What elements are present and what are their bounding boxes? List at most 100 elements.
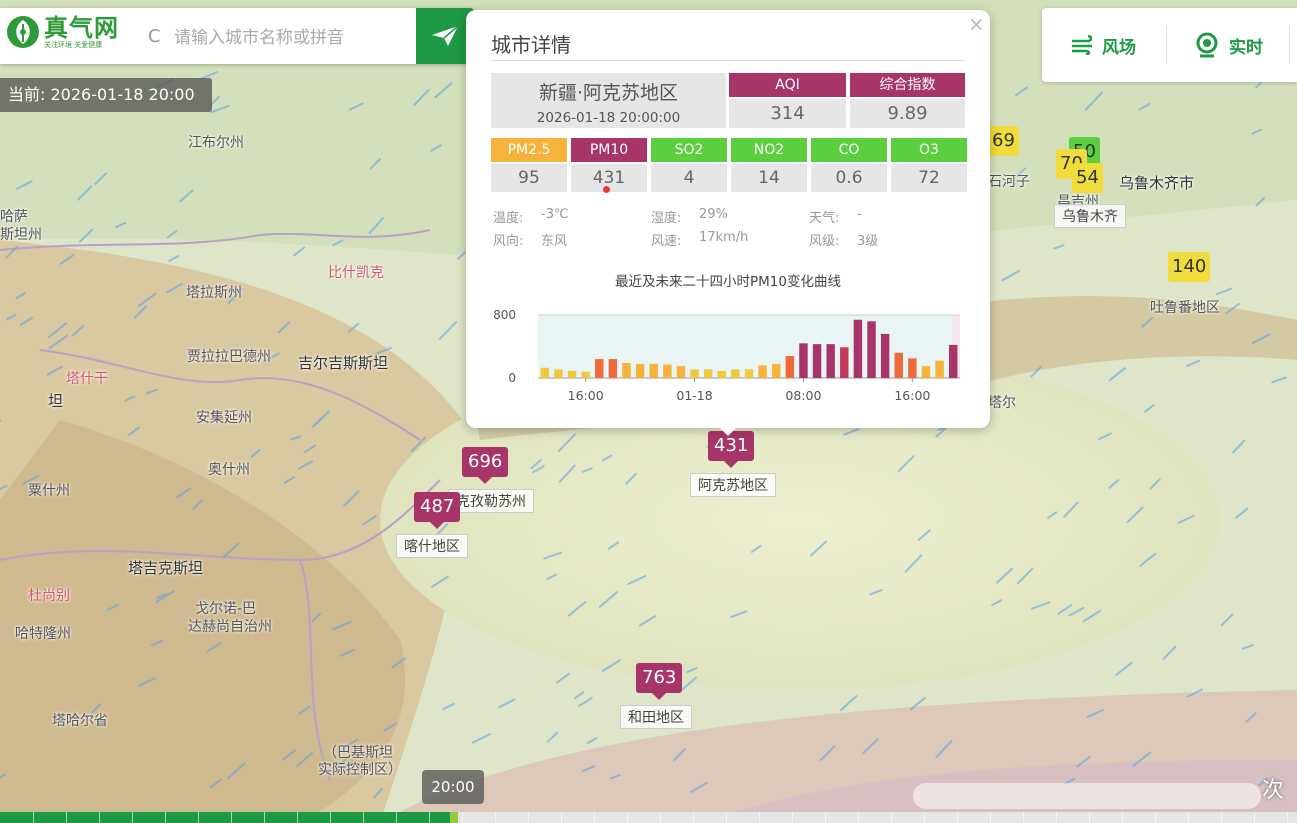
aqi-badge[interactable]: 54 xyxy=(1072,163,1103,193)
chart-bar xyxy=(622,363,631,378)
timeline-tick xyxy=(495,812,496,823)
timeline-tick xyxy=(33,812,34,823)
timeline-tick xyxy=(297,812,298,823)
aqi-marker-pointer xyxy=(652,693,667,700)
chart-bar xyxy=(690,369,699,378)
city-datetime: 2026-01-18 20:00:00 xyxy=(536,110,681,126)
chart-x-tick: 08:00 xyxy=(785,388,821,403)
realtime-label: 实时 xyxy=(1229,37,1263,58)
chart-x-tick: 16:00 xyxy=(894,388,930,403)
weather-label: 温度: xyxy=(493,211,524,226)
timeline-tick xyxy=(792,812,793,823)
timeline-tick xyxy=(891,812,892,823)
timeline-tick xyxy=(693,812,694,823)
chart-bar xyxy=(840,347,849,378)
pollutant-header: SO2 xyxy=(651,138,727,162)
timeline-tick xyxy=(957,812,958,823)
popup-pointer xyxy=(718,426,738,436)
aqi-marker[interactable]: 696 xyxy=(462,447,509,484)
chart-bar xyxy=(785,355,795,378)
aqi-marker[interactable]: 763 xyxy=(636,663,683,700)
chart-x-tick: 16:00 xyxy=(568,388,604,403)
aqi-header: AQI xyxy=(729,73,846,97)
timeline-tick xyxy=(198,812,199,823)
pollutant-header: PM2.5 xyxy=(491,138,567,162)
timeline-handle[interactable] xyxy=(449,812,458,823)
pollutant-value: 72 xyxy=(891,164,967,192)
timeline-tick xyxy=(66,812,67,823)
timeline-tick xyxy=(231,812,232,823)
composite-index-header: 综合指数 xyxy=(850,73,965,97)
city-label[interactable]: 阿克苏地区 xyxy=(690,473,776,497)
toolbar-divider xyxy=(1289,26,1290,64)
city-label[interactable]: 喀什地区 xyxy=(396,534,468,558)
chart-bar xyxy=(731,369,740,378)
place-label: 安集延州 xyxy=(196,410,252,426)
place-label: 塔拉斯州 xyxy=(186,285,242,301)
timeline-tick xyxy=(165,812,166,823)
chart-bar xyxy=(867,321,876,378)
wind-icon xyxy=(1072,35,1093,55)
popup-divider xyxy=(491,60,965,61)
chart-x-tick: 01-18 xyxy=(676,388,712,403)
logo-leaf-icon xyxy=(7,16,39,48)
city-label[interactable]: 克孜勒苏州 xyxy=(448,489,534,513)
timeline-tooltip: 20:00 xyxy=(422,770,484,804)
send-arrow-icon xyxy=(432,25,459,46)
popup-close-icon[interactable]: × xyxy=(968,12,985,36)
weather-value: - xyxy=(857,207,862,222)
timeline-tick xyxy=(825,812,826,823)
chart-bar xyxy=(799,343,808,378)
playback-bar[interactable] xyxy=(913,783,1261,809)
chart-bar xyxy=(744,369,754,378)
chart-bar xyxy=(717,370,726,378)
layer-toolbar: 风场 实时 xyxy=(1042,8,1297,82)
chart-bar xyxy=(608,359,618,378)
place-label: 塔什干 xyxy=(66,371,108,387)
aqi-marker-value: 487 xyxy=(420,496,455,517)
place-label: 戈尔诺-巴 xyxy=(195,601,257,617)
timeline-tick xyxy=(759,812,760,823)
pollutant-header: O3 xyxy=(891,138,967,162)
place-label: 哈特隆州 xyxy=(15,626,71,642)
site-logo[interactable]: 真气网 关注环境 关爱健康 xyxy=(6,14,119,50)
aqi-marker[interactable]: 487 xyxy=(414,492,461,529)
weather-value: 29% xyxy=(699,207,728,222)
timeline-tick xyxy=(1287,812,1288,823)
pollutant-value: 4 xyxy=(651,164,727,192)
chart-bar xyxy=(581,371,590,378)
place-label: 吉尔吉斯斯坦 xyxy=(298,354,389,372)
popup-title: 城市详情 xyxy=(491,33,571,57)
city-label[interactable]: 和田地区 xyxy=(620,705,692,729)
aqi-badge[interactable]: 69 xyxy=(988,126,1019,156)
timeline-tick xyxy=(363,812,364,823)
pollutant-value: 0.6 xyxy=(811,164,887,192)
place-label: 贾拉拉巴德州 xyxy=(187,349,271,365)
aqi-value: 314 xyxy=(729,99,846,128)
chart-y-tick: 0 xyxy=(508,371,516,385)
aqi-badge[interactable]: 140 xyxy=(1168,252,1211,282)
wind-field-button[interactable]: 风场 xyxy=(1070,33,1136,58)
aqi-marker-value: 431 xyxy=(714,435,749,456)
chart-y-tick: 800 xyxy=(493,308,516,322)
chart-bar xyxy=(948,344,958,378)
chart-bar xyxy=(880,333,890,378)
chart-bar xyxy=(635,363,645,378)
chart-bar xyxy=(853,319,863,378)
timeline-tick xyxy=(1089,812,1090,823)
realtime-button[interactable]: 实时 xyxy=(1195,32,1263,58)
chart-bar xyxy=(663,364,672,378)
aqi-marker-pointer xyxy=(478,477,493,484)
city-label[interactable]: 乌鲁木齐 xyxy=(1054,204,1126,228)
timeline-tick xyxy=(264,812,265,823)
timeline-tick xyxy=(99,812,100,823)
timeline-tick xyxy=(1188,812,1189,823)
search-refresh-icon[interactable]: C xyxy=(148,26,161,47)
chart-bar xyxy=(935,360,944,378)
chart-bar xyxy=(894,352,903,378)
aqi-marker-pointer xyxy=(430,522,445,529)
city-search-input[interactable] xyxy=(172,20,416,56)
timeline-tick xyxy=(660,812,661,823)
logo-title: 真气网 xyxy=(44,13,119,42)
pm10-chart-title: 最近及未来二十四小时PM10变化曲线 xyxy=(615,274,841,290)
